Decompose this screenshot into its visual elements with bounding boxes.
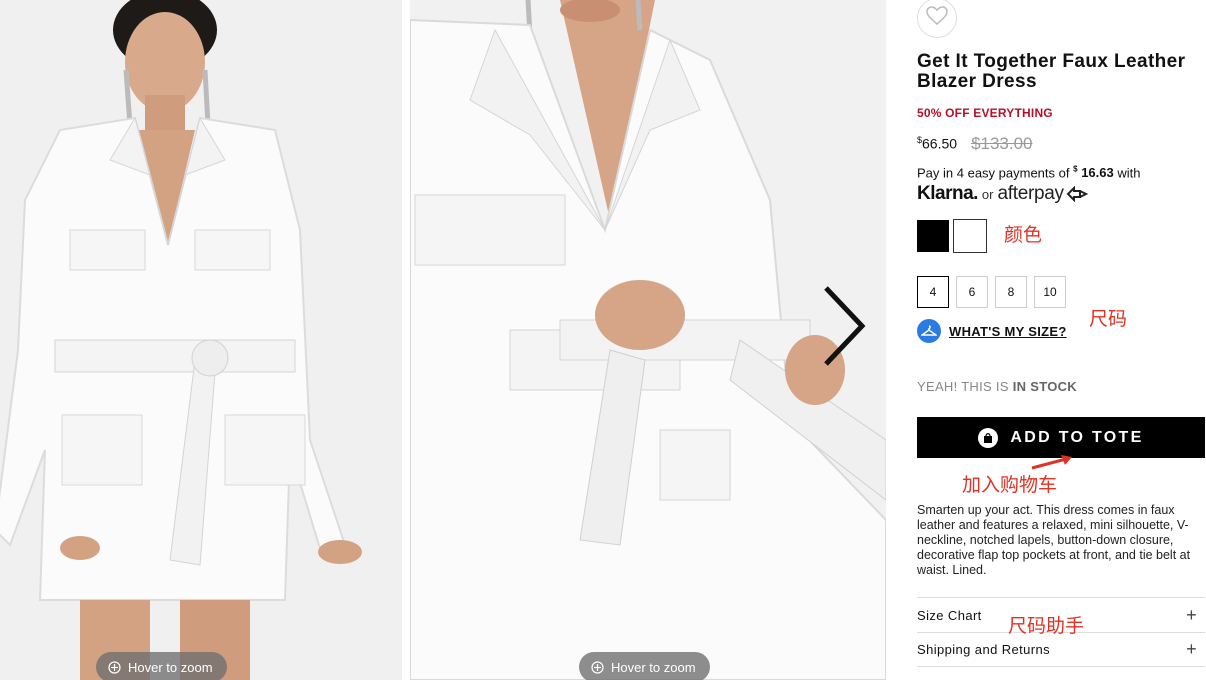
product-description: Smarten up your act. This dress comes in… <box>917 503 1191 577</box>
hover-to-zoom-pill[interactable]: Hover to zoom <box>579 652 710 680</box>
next-image-chevron-right-icon[interactable] <box>820 284 870 368</box>
klarna-logo[interactable]: Klarna. <box>917 183 978 205</box>
bnpl-logos: Klarna. or afterpay <box>917 183 1088 205</box>
product-photo-front[interactable]: Hover to zoom <box>0 0 402 680</box>
product-info-panel: Get It Together Faux Leather Blazer Dres… <box>917 0 1206 680</box>
product-title: Get It Together Faux Leather Blazer Dres… <box>917 51 1186 92</box>
image-gallery: Hover to zoom Hover to zoom <box>0 0 886 680</box>
size-options: 4 6 8 10 <box>917 276 1066 308</box>
zoom-label: Hover to zoom <box>611 659 696 675</box>
size-option-8[interactable]: 8 <box>995 276 1027 308</box>
bag-icon <box>978 427 999 448</box>
size-option-10[interactable]: 10 <box>1034 276 1066 308</box>
zoom-icon <box>591 660 604 674</box>
hover-to-zoom-pill[interactable]: Hover to zoom <box>96 652 227 680</box>
heart-icon <box>926 5 948 31</box>
original-price: $133.00 <box>971 134 1033 153</box>
wishlist-heart-button[interactable] <box>917 0 957 38</box>
add-to-tote-label: ADD TO TOTE <box>1010 428 1144 446</box>
afterpay-text: afterpay <box>997 183 1064 204</box>
installments-amount: 16.63 <box>1081 165 1114 181</box>
installments-prefix: Pay in 4 easy payments of <box>917 165 1070 181</box>
color-swatch-white[interactable] <box>953 219 987 253</box>
whats-my-size-label: WHAT'S MY SIZE? <box>949 323 1067 339</box>
add-to-tote-button[interactable]: ADD TO TOTE <box>917 417 1205 458</box>
annotation-arrow-icon <box>1031 455 1072 470</box>
hanger-icon <box>917 319 941 343</box>
size-option-6[interactable]: 6 <box>956 276 988 308</box>
accordion-label: Size Chart <box>917 607 982 623</box>
whats-my-size-link[interactable]: WHAT'S MY SIZE? <box>917 319 1067 343</box>
product-page: Hover to zoom Hover to zoom Get It Toget… <box>0 0 1206 680</box>
installments-suffix: with <box>1117 165 1141 181</box>
afterpay-logo[interactable]: afterpay <box>997 183 1088 205</box>
plus-icon: + <box>1186 604 1197 625</box>
afterpay-arrows-icon <box>1066 186 1088 202</box>
promo-banner: 50% OFF EVERYTHING <box>917 106 1053 120</box>
zoom-icon <box>108 660 121 674</box>
stock-prefix: YEAH! THIS IS <box>917 379 1009 394</box>
annotation-color: 颜色 <box>1004 224 1043 246</box>
or-text: or <box>981 186 994 202</box>
annotation-add-to-cart: 加入购物车 <box>962 474 1058 496</box>
current-price: $66.50 <box>917 135 957 152</box>
plus-icon: + <box>1186 639 1197 659</box>
installments-text: Pay in 4 easy payments of $ 16.63 with <box>917 165 1140 180</box>
annotation-size: 尺码 <box>1089 308 1128 330</box>
zoom-label: Hover to zoom <box>128 659 213 675</box>
color-swatch-black[interactable] <box>917 220 949 252</box>
color-swatches <box>917 219 987 253</box>
installments-currency: $ <box>1073 165 1078 174</box>
current-price-value: 66.50 <box>922 136 958 152</box>
accordion-label: Shipping and Returns <box>917 642 1051 657</box>
product-photo-detail[interactable]: Hover to zoom <box>410 0 886 680</box>
annotation-size-helper: 尺码助手 <box>1008 615 1085 637</box>
size-option-4[interactable]: 4 <box>917 276 949 308</box>
stock-state: IN STOCK <box>1012 379 1077 394</box>
price-row: $66.50 $133.00 <box>917 134 1033 154</box>
stock-status: YEAH! THIS IS IN STOCK <box>917 379 1077 394</box>
